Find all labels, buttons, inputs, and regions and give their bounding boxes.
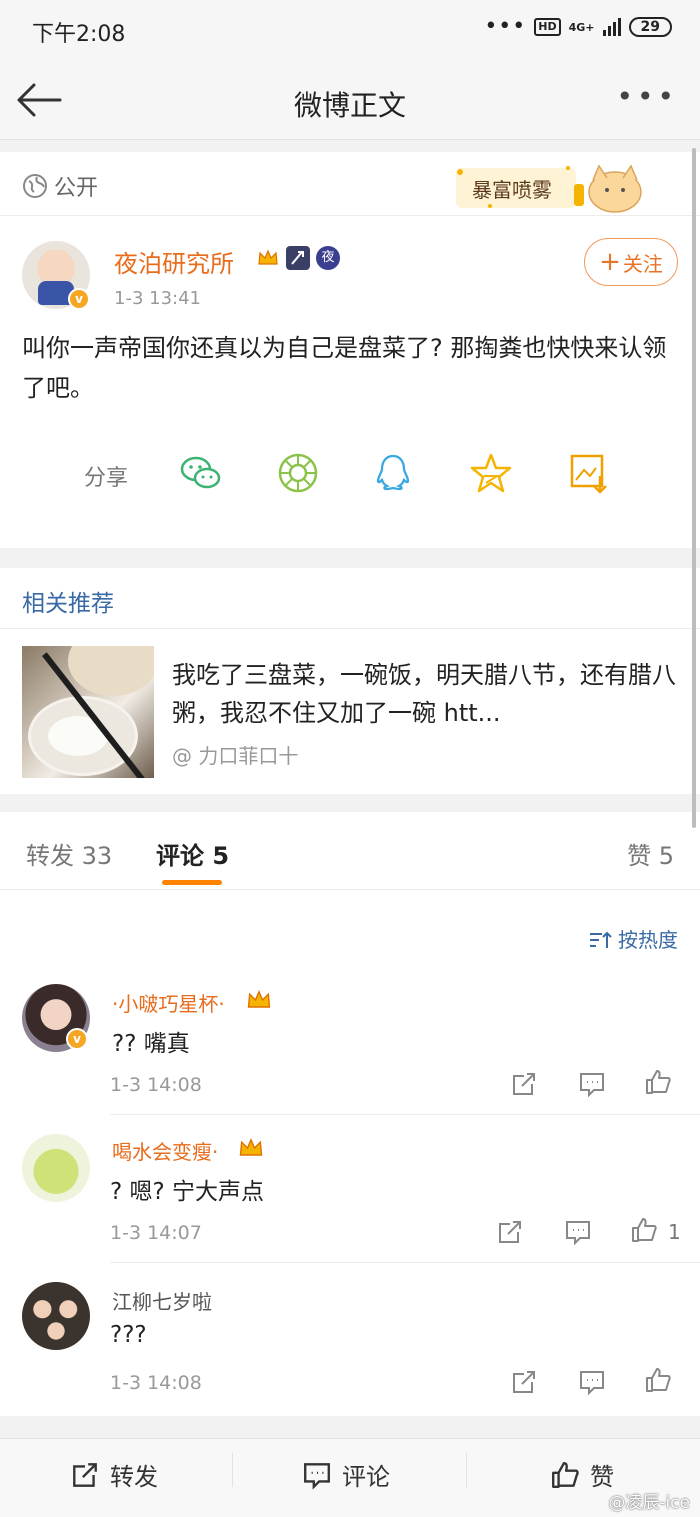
comment-time: 1-3 14:08 (110, 1372, 202, 1394)
comment-avatar[interactable] (22, 1134, 90, 1202)
wechat-icon[interactable] (178, 450, 224, 496)
globe-icon (23, 174, 47, 198)
save-image-icon[interactable] (566, 450, 612, 496)
repost-icon[interactable] (496, 1218, 524, 1246)
divider (110, 1262, 700, 1263)
divider (110, 1114, 700, 1115)
comment-avatar[interactable] (22, 1282, 90, 1350)
moments-icon[interactable] (275, 450, 321, 496)
author-name[interactable]: 夜泊研究所 (114, 244, 234, 279)
scrollbar[interactable] (692, 148, 696, 828)
comment-item: 江柳七岁啦 ??? 1-3 14:08 (0, 1280, 700, 1410)
repost-icon[interactable] (510, 1070, 538, 1098)
qq-icon[interactable] (370, 450, 416, 496)
related-thumbnail[interactable] (22, 646, 154, 778)
like-button[interactable]: 赞 (550, 1457, 614, 1492)
tab-repost[interactable]: 转发 33 (26, 836, 112, 871)
repost-icon[interactable] (510, 1368, 538, 1396)
sort-icon (589, 931, 612, 948)
bottom-action-bar: 转发 评论 赞 (0, 1438, 700, 1517)
related-source[interactable]: @ 力口菲口十 (172, 740, 298, 769)
repost-icon (73, 1462, 97, 1487)
like-label: 赞 (590, 1463, 614, 1491)
visibility-label: 公开 (22, 170, 98, 202)
comment-item: 喝水会变瘦· ? 嗯? 宁大声点 1-3 14:07 1 (0, 1130, 700, 1260)
comment-item: v ·小啵巧星杯· ?? 嘴真 1-3 14:08 (0, 982, 700, 1112)
battery-icon: 29 (628, 17, 672, 37)
sort-button[interactable]: 按热度 (588, 924, 678, 953)
signal-icon (602, 18, 621, 36)
night-badge: 夜 (316, 246, 340, 270)
status-bar: 下午2:08 ••• HD 4G+ 29 (0, 0, 700, 60)
crown-badge-icon (258, 249, 278, 265)
repost-label: 转发 (110, 1463, 158, 1491)
related-text[interactable]: 我吃了三盘菜，一碗饭，明天腊八节，还有腊八粥，我忍不住又加了一碗 htt... (172, 656, 677, 732)
more-dots-icon: ••• (484, 14, 527, 39)
network-label: 4G+ (568, 20, 595, 34)
post-card: 公开 暴富喷雾 v 夜泊研究所 夜 1-3 13:41 + 关注 叫你一声帝国你… (0, 152, 700, 548)
status-icons: ••• HD 4G+ 29 (484, 16, 672, 38)
divider (0, 628, 700, 629)
verified-badge-icon: v (68, 288, 90, 310)
follow-label: 关注 (622, 251, 663, 276)
comment-icon[interactable] (578, 1368, 606, 1396)
more-menu-icon[interactable]: ••• (616, 80, 678, 113)
comment-author[interactable]: 喝水会变瘦· (112, 1136, 218, 1165)
follow-button[interactable]: + 关注 (584, 238, 678, 286)
comment-time: 1-3 14:07 (110, 1222, 202, 1244)
like-icon[interactable] (644, 1068, 672, 1096)
tab-likes[interactable]: 赞 5 (627, 836, 674, 871)
comment-text: ?? 嘴真 (112, 1031, 190, 1057)
page-title: 微博正文 (293, 89, 406, 122)
tab-comments[interactable]: 评论 5 (156, 836, 229, 871)
comment-icon[interactable] (564, 1218, 592, 1246)
verified-badge-icon: v (66, 1028, 88, 1050)
share-row: 分享 (0, 448, 700, 498)
comment-label: 评论 (342, 1463, 390, 1491)
comment-button[interactable]: 评论 (302, 1457, 390, 1492)
section-gap (0, 548, 700, 568)
plus-icon: + (599, 247, 621, 277)
repost-button[interactable]: 转发 (70, 1457, 158, 1492)
post-content: 叫你一声帝国你还真以为自己是盘菜了? 那掏粪也快快来认领了吧。 (22, 334, 667, 402)
comment-text: ??? (110, 1322, 147, 1348)
interaction-tabs: 转发 33 评论 5 赞 5 (0, 812, 700, 890)
hd-icon: HD (534, 18, 561, 36)
rocket-badge-icon (286, 246, 310, 270)
divider (0, 215, 700, 216)
like-count: 1 (668, 1220, 681, 1244)
comment-text: ? 嗯? 宁大声点 (110, 1179, 265, 1205)
comment-icon[interactable] (578, 1070, 606, 1098)
comment-time: 1-3 14:08 (110, 1074, 202, 1096)
promo-banner[interactable]: 暴富喷雾 (450, 158, 650, 216)
active-tab-indicator (162, 880, 222, 885)
divider (466, 1453, 467, 1487)
sort-label: 按热度 (618, 928, 678, 952)
related-title: 相关推荐 (22, 591, 114, 617)
like-icon (552, 1461, 579, 1488)
author-badges: 夜 (256, 246, 340, 270)
related-card: 相关推荐 我吃了三盘菜，一碗饭，明天腊八节，还有腊八粥，我忍不住又加了一碗 ht… (0, 568, 700, 794)
crown-badge-icon (239, 1138, 263, 1156)
nav-bar: 微博正文 ••• (0, 60, 700, 140)
like-icon[interactable] (630, 1216, 658, 1244)
section-gap (0, 794, 700, 812)
watermark: @凌辰-ice (608, 1493, 690, 1513)
qzone-star-icon[interactable] (468, 450, 514, 496)
share-label: 分享 (84, 466, 129, 491)
divider (232, 1453, 233, 1487)
comment-author[interactable]: 江柳七岁啦 (112, 1286, 212, 1315)
post-time: 1-3 13:41 (114, 288, 201, 309)
status-time: 下午2:08 (32, 22, 126, 47)
comment-icon (304, 1462, 330, 1490)
banner-text: 暴富喷雾 (472, 178, 552, 202)
crown-badge-icon (247, 990, 271, 1008)
like-icon[interactable] (644, 1366, 672, 1394)
visibility-text: 公开 (54, 176, 99, 201)
comments-list: 按热度 v ·小啵巧星杯· ?? 嘴真 1-3 14:08 喝水会变瘦· ? 嗯… (0, 890, 700, 1416)
comment-author[interactable]: ·小啵巧星杯· (112, 988, 225, 1017)
